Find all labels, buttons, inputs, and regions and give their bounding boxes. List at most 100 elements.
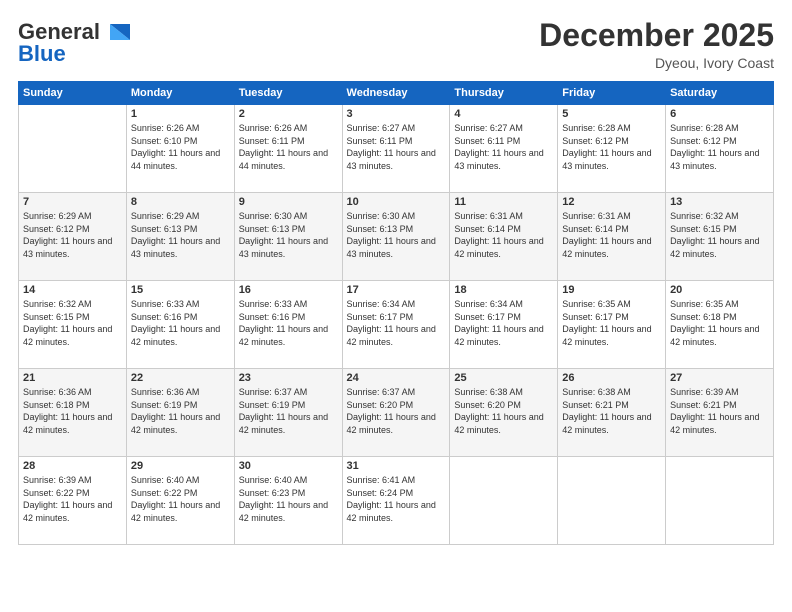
day-info: Sunrise: 6:39 AMSunset: 6:21 PMDaylight:… bbox=[670, 387, 759, 435]
calendar-cell: 1 Sunrise: 6:26 AMSunset: 6:10 PMDayligh… bbox=[126, 105, 234, 193]
day-number: 28 bbox=[23, 460, 122, 472]
calendar-cell bbox=[666, 457, 774, 545]
day-info: Sunrise: 6:26 AMSunset: 6:10 PMDaylight:… bbox=[131, 123, 220, 171]
calendar-cell: 23 Sunrise: 6:37 AMSunset: 6:19 PMDaylig… bbox=[234, 369, 342, 457]
day-info: Sunrise: 6:40 AMSunset: 6:22 PMDaylight:… bbox=[131, 475, 220, 523]
day-info: Sunrise: 6:34 AMSunset: 6:17 PMDaylight:… bbox=[454, 299, 543, 347]
day-info: Sunrise: 6:35 AMSunset: 6:18 PMDaylight:… bbox=[670, 299, 759, 347]
calendar-cell: 2 Sunrise: 6:26 AMSunset: 6:11 PMDayligh… bbox=[234, 105, 342, 193]
calendar-cell: 7 Sunrise: 6:29 AMSunset: 6:12 PMDayligh… bbox=[19, 193, 127, 281]
day-info: Sunrise: 6:32 AMSunset: 6:15 PMDaylight:… bbox=[670, 211, 759, 259]
day-info: Sunrise: 6:38 AMSunset: 6:21 PMDaylight:… bbox=[562, 387, 651, 435]
col-thursday: Thursday bbox=[450, 82, 558, 105]
day-number: 24 bbox=[347, 372, 446, 384]
day-info: Sunrise: 6:38 AMSunset: 6:20 PMDaylight:… bbox=[454, 387, 543, 435]
col-friday: Friday bbox=[558, 82, 666, 105]
day-number: 17 bbox=[347, 284, 446, 296]
day-info: Sunrise: 6:30 AMSunset: 6:13 PMDaylight:… bbox=[239, 211, 328, 259]
calendar-cell: 18 Sunrise: 6:34 AMSunset: 6:17 PMDaylig… bbox=[450, 281, 558, 369]
day-info: Sunrise: 6:30 AMSunset: 6:13 PMDaylight:… bbox=[347, 211, 436, 259]
day-number: 23 bbox=[239, 372, 338, 384]
calendar-cell bbox=[558, 457, 666, 545]
day-number: 5 bbox=[562, 108, 661, 120]
day-info: Sunrise: 6:29 AMSunset: 6:12 PMDaylight:… bbox=[23, 211, 112, 259]
day-number: 19 bbox=[562, 284, 661, 296]
calendar-cell: 31 Sunrise: 6:41 AMSunset: 6:24 PMDaylig… bbox=[342, 457, 450, 545]
day-info: Sunrise: 6:37 AMSunset: 6:19 PMDaylight:… bbox=[239, 387, 328, 435]
day-number: 10 bbox=[347, 196, 446, 208]
day-info: Sunrise: 6:37 AMSunset: 6:20 PMDaylight:… bbox=[347, 387, 436, 435]
day-number: 3 bbox=[347, 108, 446, 120]
day-number: 29 bbox=[131, 460, 230, 472]
day-number: 7 bbox=[23, 196, 122, 208]
calendar-cell: 9 Sunrise: 6:30 AMSunset: 6:13 PMDayligh… bbox=[234, 193, 342, 281]
day-number: 27 bbox=[670, 372, 769, 384]
col-monday: Monday bbox=[126, 82, 234, 105]
day-info: Sunrise: 6:31 AMSunset: 6:14 PMDaylight:… bbox=[562, 211, 651, 259]
calendar-week-5: 28 Sunrise: 6:39 AMSunset: 6:22 PMDaylig… bbox=[19, 457, 774, 545]
calendar-week-2: 7 Sunrise: 6:29 AMSunset: 6:12 PMDayligh… bbox=[19, 193, 774, 281]
day-info: Sunrise: 6:27 AMSunset: 6:11 PMDaylight:… bbox=[454, 123, 543, 171]
calendar-cell: 27 Sunrise: 6:39 AMSunset: 6:21 PMDaylig… bbox=[666, 369, 774, 457]
calendar-header-row: Sunday Monday Tuesday Wednesday Thursday… bbox=[19, 82, 774, 105]
day-info: Sunrise: 6:40 AMSunset: 6:23 PMDaylight:… bbox=[239, 475, 328, 523]
calendar-cell: 17 Sunrise: 6:34 AMSunset: 6:17 PMDaylig… bbox=[342, 281, 450, 369]
calendar-cell: 15 Sunrise: 6:33 AMSunset: 6:16 PMDaylig… bbox=[126, 281, 234, 369]
day-info: Sunrise: 6:26 AMSunset: 6:11 PMDaylight:… bbox=[239, 123, 328, 171]
day-info: Sunrise: 6:34 AMSunset: 6:17 PMDaylight:… bbox=[347, 299, 436, 347]
day-number: 25 bbox=[454, 372, 553, 384]
calendar-cell: 24 Sunrise: 6:37 AMSunset: 6:20 PMDaylig… bbox=[342, 369, 450, 457]
day-info: Sunrise: 6:27 AMSunset: 6:11 PMDaylight:… bbox=[347, 123, 436, 171]
calendar-cell: 12 Sunrise: 6:31 AMSunset: 6:14 PMDaylig… bbox=[558, 193, 666, 281]
day-number: 9 bbox=[239, 196, 338, 208]
day-number: 12 bbox=[562, 196, 661, 208]
calendar-cell: 28 Sunrise: 6:39 AMSunset: 6:22 PMDaylig… bbox=[19, 457, 127, 545]
col-wednesday: Wednesday bbox=[342, 82, 450, 105]
col-saturday: Saturday bbox=[666, 82, 774, 105]
month-title: December 2025 bbox=[539, 18, 774, 53]
location-title: Dyeou, Ivory Coast bbox=[539, 55, 774, 71]
day-info: Sunrise: 6:41 AMSunset: 6:24 PMDaylight:… bbox=[347, 475, 436, 523]
day-info: Sunrise: 6:32 AMSunset: 6:15 PMDaylight:… bbox=[23, 299, 112, 347]
page: General Blue December 2025 Dyeou, Ivory … bbox=[0, 0, 792, 612]
logo-icon bbox=[102, 18, 130, 46]
calendar-cell: 22 Sunrise: 6:36 AMSunset: 6:19 PMDaylig… bbox=[126, 369, 234, 457]
calendar-cell: 26 Sunrise: 6:38 AMSunset: 6:21 PMDaylig… bbox=[558, 369, 666, 457]
col-tuesday: Tuesday bbox=[234, 82, 342, 105]
calendar-cell: 4 Sunrise: 6:27 AMSunset: 6:11 PMDayligh… bbox=[450, 105, 558, 193]
day-number: 11 bbox=[454, 196, 553, 208]
calendar-cell: 20 Sunrise: 6:35 AMSunset: 6:18 PMDaylig… bbox=[666, 281, 774, 369]
calendar-cell bbox=[19, 105, 127, 193]
day-number: 2 bbox=[239, 108, 338, 120]
day-number: 15 bbox=[131, 284, 230, 296]
calendar-cell: 6 Sunrise: 6:28 AMSunset: 6:12 PMDayligh… bbox=[666, 105, 774, 193]
day-number: 30 bbox=[239, 460, 338, 472]
calendar-cell: 13 Sunrise: 6:32 AMSunset: 6:15 PMDaylig… bbox=[666, 193, 774, 281]
day-number: 4 bbox=[454, 108, 553, 120]
day-info: Sunrise: 6:29 AMSunset: 6:13 PMDaylight:… bbox=[131, 211, 220, 259]
day-info: Sunrise: 6:39 AMSunset: 6:22 PMDaylight:… bbox=[23, 475, 112, 523]
calendar-cell: 5 Sunrise: 6:28 AMSunset: 6:12 PMDayligh… bbox=[558, 105, 666, 193]
calendar: Sunday Monday Tuesday Wednesday Thursday… bbox=[18, 81, 774, 545]
calendar-cell: 8 Sunrise: 6:29 AMSunset: 6:13 PMDayligh… bbox=[126, 193, 234, 281]
day-number: 8 bbox=[131, 196, 230, 208]
day-number: 1 bbox=[131, 108, 230, 120]
day-number: 26 bbox=[562, 372, 661, 384]
calendar-week-3: 14 Sunrise: 6:32 AMSunset: 6:15 PMDaylig… bbox=[19, 281, 774, 369]
calendar-cell: 19 Sunrise: 6:35 AMSunset: 6:17 PMDaylig… bbox=[558, 281, 666, 369]
day-number: 14 bbox=[23, 284, 122, 296]
day-number: 13 bbox=[670, 196, 769, 208]
calendar-cell: 25 Sunrise: 6:38 AMSunset: 6:20 PMDaylig… bbox=[450, 369, 558, 457]
calendar-week-1: 1 Sunrise: 6:26 AMSunset: 6:10 PMDayligh… bbox=[19, 105, 774, 193]
day-number: 16 bbox=[239, 284, 338, 296]
calendar-cell: 3 Sunrise: 6:27 AMSunset: 6:11 PMDayligh… bbox=[342, 105, 450, 193]
calendar-cell: 10 Sunrise: 6:30 AMSunset: 6:13 PMDaylig… bbox=[342, 193, 450, 281]
title-block: December 2025 Dyeou, Ivory Coast bbox=[539, 18, 774, 71]
day-info: Sunrise: 6:36 AMSunset: 6:19 PMDaylight:… bbox=[131, 387, 220, 435]
col-sunday: Sunday bbox=[19, 82, 127, 105]
day-number: 20 bbox=[670, 284, 769, 296]
calendar-cell: 21 Sunrise: 6:36 AMSunset: 6:18 PMDaylig… bbox=[19, 369, 127, 457]
calendar-week-4: 21 Sunrise: 6:36 AMSunset: 6:18 PMDaylig… bbox=[19, 369, 774, 457]
day-info: Sunrise: 6:28 AMSunset: 6:12 PMDaylight:… bbox=[562, 123, 651, 171]
day-number: 6 bbox=[670, 108, 769, 120]
